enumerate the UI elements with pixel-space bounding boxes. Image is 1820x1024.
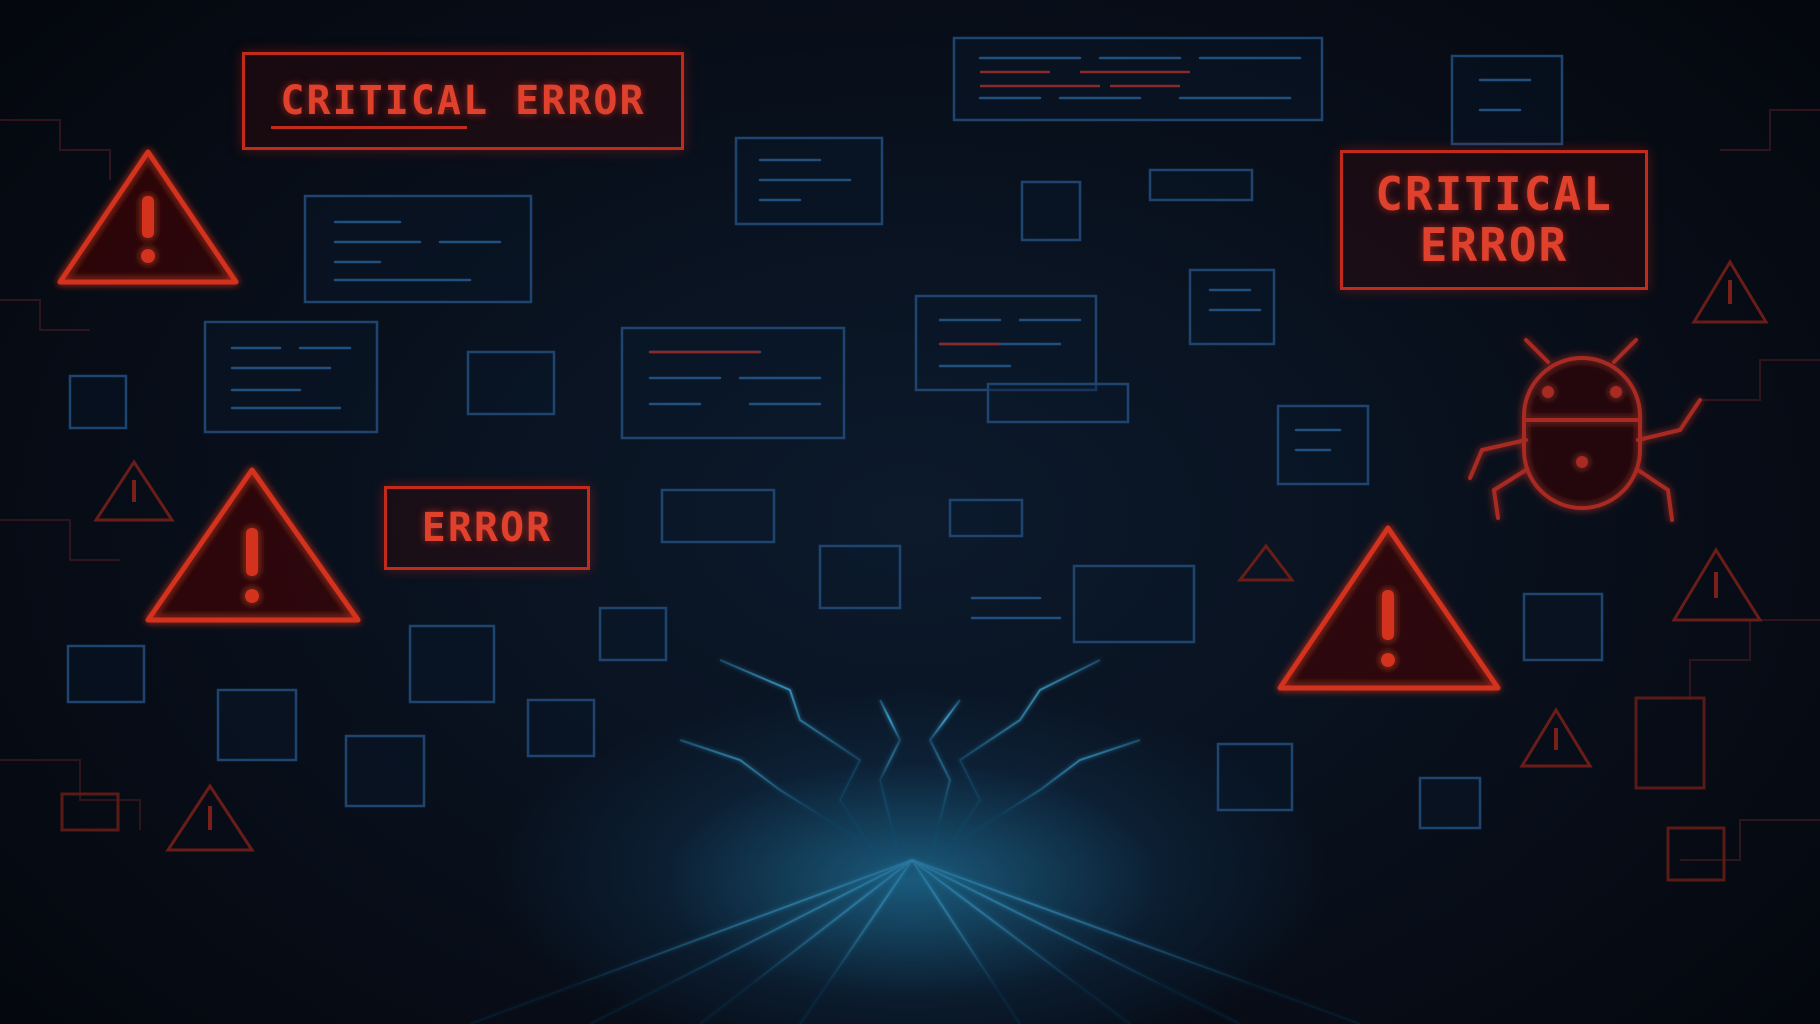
code-panel — [303, 194, 533, 304]
critical-error-banner: CRITICAL ERROR — [242, 52, 684, 150]
code-panel — [1276, 404, 1370, 486]
bug-icon — [1468, 338, 1702, 522]
code-panel — [66, 644, 146, 704]
error-label: ERROR — [421, 505, 553, 551]
code-panel — [466, 350, 556, 416]
code-panel — [1020, 180, 1082, 242]
code-panel — [660, 488, 776, 544]
code-panel — [526, 698, 596, 758]
critical-error-label-right: CRITICAL ERROR — [1375, 167, 1613, 272]
code-panel — [986, 382, 1130, 424]
code-panel — [1522, 592, 1604, 662]
error-banner: ERROR — [384, 486, 590, 570]
banner-underline — [271, 126, 467, 129]
code-panel — [344, 734, 426, 808]
code-panel — [948, 498, 1024, 538]
code-panel — [1072, 564, 1196, 644]
code-panel — [598, 606, 668, 662]
floor-grid — [469, 659, 1361, 1024]
code-panel — [952, 36, 1324, 122]
code-panel — [620, 326, 846, 440]
code-panel — [1188, 268, 1276, 346]
code-panel — [216, 688, 298, 762]
code-panel — [1418, 776, 1482, 830]
code-panel — [818, 544, 902, 610]
code-panel — [408, 624, 496, 704]
code-panel — [1216, 742, 1294, 812]
code-panel — [1148, 168, 1254, 202]
code-panel — [1450, 54, 1564, 146]
code-panel — [68, 374, 128, 430]
warning-triangle-icon — [1277, 525, 1501, 691]
code-panel — [203, 320, 379, 434]
warning-triangle-icon — [145, 467, 361, 623]
critical-error-label: CRITICAL ERROR — [280, 78, 646, 124]
warning-triangle-icon — [57, 149, 239, 285]
critical-error-banner-right: CRITICAL ERROR — [1340, 150, 1648, 290]
